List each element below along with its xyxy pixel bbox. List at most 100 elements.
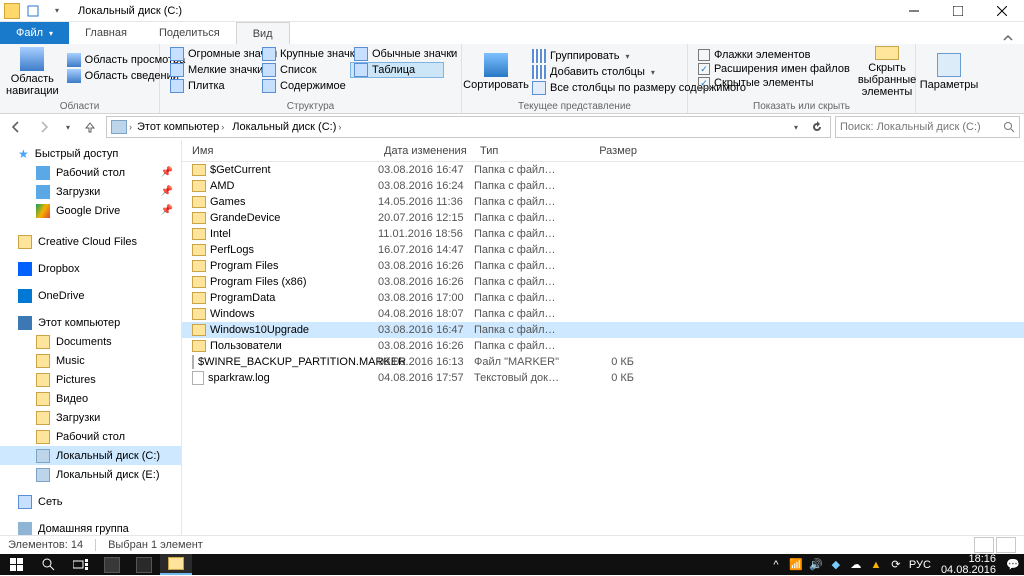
sidebar-item-desktop2[interactable]: Рабочий стол (0, 427, 181, 446)
search-button[interactable] (32, 554, 64, 575)
taskbar-app-2[interactable] (128, 554, 160, 575)
qat-dropdown[interactable] (46, 2, 66, 20)
sidebar-item-homegroup[interactable]: Домашняя группа (0, 519, 181, 535)
tab-view[interactable]: Вид (236, 22, 290, 44)
tray-chevron[interactable]: ^ (769, 558, 783, 572)
view-icons-button[interactable] (996, 537, 1016, 553)
tray-network-icon[interactable]: 📶 (789, 558, 803, 572)
layout-large[interactable]: Крупные значки (258, 46, 346, 62)
sidebar-item-ccf[interactable]: Creative Cloud Files (0, 232, 181, 251)
tab-home[interactable]: Главная (69, 22, 143, 44)
tray-volume-icon[interactable]: 🔊 (809, 558, 823, 572)
sidebar-item-gdrive[interactable]: Google Drive📌 (0, 201, 181, 220)
start-button[interactable] (0, 554, 32, 575)
search-input[interactable]: Поиск: Локальный диск (C:) (835, 116, 1020, 138)
table-row[interactable]: Games14.05.2016 11:36Папка с файлами (182, 194, 1024, 210)
checkbox-hidden[interactable]: ✓Скрытые элементы (694, 76, 854, 90)
table-row[interactable]: Program Files03.08.2016 16:26Папка с фай… (182, 258, 1024, 274)
close-button[interactable] (980, 0, 1024, 22)
file-name: $GetCurrent (210, 164, 271, 176)
folder-icon (192, 308, 206, 320)
up-button[interactable] (78, 115, 102, 139)
navigation-pane-button[interactable]: Область навигации (6, 46, 59, 98)
hide-selected-button[interactable]: Скрыть выбранные элементы (858, 46, 916, 98)
table-row[interactable]: $WINRE_BACKUP_PARTITION.MARKER03.08.2016… (182, 354, 1024, 370)
layout-medium[interactable]: Обычные значки (350, 46, 444, 62)
table-row[interactable]: AMD03.08.2016 16:24Папка с файлами (182, 178, 1024, 194)
crumb-thispc[interactable]: Этот компьютер› (134, 121, 227, 133)
checkbox-extensions[interactable]: ✓Расширения имен файлов (694, 62, 854, 76)
crumb-drive[interactable]: Локальный диск (C:)› (229, 121, 344, 133)
tray-sync-icon[interactable]: ⟳ (889, 558, 903, 572)
sidebar-item-onedrive[interactable]: OneDrive (0, 286, 181, 305)
table-row[interactable]: Windows04.08.2016 18:07Папка с файлами (182, 306, 1024, 322)
col-type[interactable]: Тип (474, 145, 560, 157)
tray-cloud-icon[interactable]: ☁ (849, 558, 863, 572)
sidebar-item-quickaccess[interactable]: ★Быстрый доступ (0, 144, 181, 163)
tray-gdrive-icon[interactable]: ▲ (869, 558, 883, 572)
col-date[interactable]: Дата изменения (378, 145, 474, 157)
sidebar-item-drivee[interactable]: Локальный диск (E:) (0, 465, 181, 484)
layout-tiles[interactable]: Плитка (166, 78, 254, 94)
taskbar-explorer[interactable] (160, 554, 192, 575)
history-dropdown[interactable] (60, 115, 74, 139)
view-details-button[interactable] (974, 537, 994, 553)
checkbox-itemcheckboxes[interactable]: Флажки элементов (694, 48, 854, 62)
sidebar-item-desktop[interactable]: Рабочий стол📌 (0, 163, 181, 182)
table-row[interactable]: sparkraw.log04.08.2016 17:57Текстовый до… (182, 370, 1024, 386)
pin-icon: 📌 (161, 186, 173, 197)
folder-icon (18, 235, 32, 249)
taskview-button[interactable] (64, 554, 96, 575)
sidebar-item-pictures[interactable]: Pictures (0, 370, 181, 389)
col-size[interactable]: Размер (560, 145, 644, 157)
file-type: Папка с файлами (474, 196, 560, 208)
sidebar-item-drivec[interactable]: Локальный диск (C:) (0, 446, 181, 465)
tab-share[interactable]: Поделиться (143, 22, 236, 44)
refresh-button[interactable] (806, 117, 828, 137)
layout-list[interactable]: Список (258, 62, 346, 78)
table-row[interactable]: Windows10Upgrade03.08.2016 16:47Папка с … (182, 322, 1024, 338)
maximize-button[interactable] (936, 0, 980, 22)
layout-more[interactable] (448, 46, 454, 58)
sidebar-item-video[interactable]: Видео (0, 389, 181, 408)
address-dropdown[interactable] (784, 117, 806, 137)
tray-language[interactable]: РУС (909, 559, 931, 571)
tray-app-icon[interactable]: ◆ (829, 558, 843, 572)
layout-huge[interactable]: Огромные значки (166, 46, 254, 62)
table-row[interactable]: PerfLogs16.07.2016 14:47Папка с файлами (182, 242, 1024, 258)
col-name[interactable]: Имя (182, 145, 378, 157)
table-row[interactable]: Program Files (x86)03.08.2016 16:26Папка… (182, 274, 1024, 290)
back-button[interactable] (4, 115, 28, 139)
sidebar-item-documents[interactable]: Documents (0, 332, 181, 351)
sidebar-item-thispc[interactable]: Этот компьютер (0, 313, 181, 332)
address-bar[interactable]: › Этот компьютер› Локальный диск (C:)› (106, 116, 831, 138)
forward-button[interactable] (32, 115, 56, 139)
tray-clock[interactable]: 18:16 04.08.2016 (937, 554, 1000, 576)
sidebar-item-music[interactable]: Music (0, 351, 181, 370)
table-row[interactable]: $GetCurrent03.08.2016 16:47Папка с файла… (182, 162, 1024, 178)
file-date: 11.01.2016 18:56 (378, 228, 474, 240)
sort-icon (484, 53, 508, 77)
table-row[interactable]: Intel11.01.2016 18:56Папка с файлами (182, 226, 1024, 242)
file-size: 0 КБ (560, 356, 644, 368)
tray-notifications[interactable]: 💬 (1006, 558, 1020, 572)
minimize-button[interactable] (892, 0, 936, 22)
sidebar-item-downloads[interactable]: Загрузки📌 (0, 182, 181, 201)
table-row[interactable]: Пользователи03.08.2016 16:26Папка с файл… (182, 338, 1024, 354)
ribbon-collapse-button[interactable] (992, 32, 1024, 44)
sidebar-item-dropbox[interactable]: Dropbox (0, 259, 181, 278)
file-date: 03.08.2016 16:26 (378, 260, 474, 272)
layout-small[interactable]: Мелкие значки (166, 62, 254, 78)
layout-content[interactable]: Содержимое (258, 78, 346, 94)
taskbar-app-1[interactable] (96, 554, 128, 575)
table-row[interactable]: ProgramData03.08.2016 17:00Папка с файла… (182, 290, 1024, 306)
file-date: 03.08.2016 17:00 (378, 292, 474, 304)
qat-properties[interactable] (23, 2, 43, 20)
sidebar-item-downloads2[interactable]: Загрузки (0, 408, 181, 427)
tab-file[interactable]: Файл▾ (0, 22, 69, 44)
sort-button[interactable]: Сортировать (468, 46, 524, 98)
table-row[interactable]: GrandeDevice20.07.2016 12:15Папка с файл… (182, 210, 1024, 226)
sidebar-item-network[interactable]: Сеть (0, 492, 181, 511)
layout-table[interactable]: Таблица (350, 62, 444, 78)
options-button[interactable]: Параметры (922, 46, 976, 98)
